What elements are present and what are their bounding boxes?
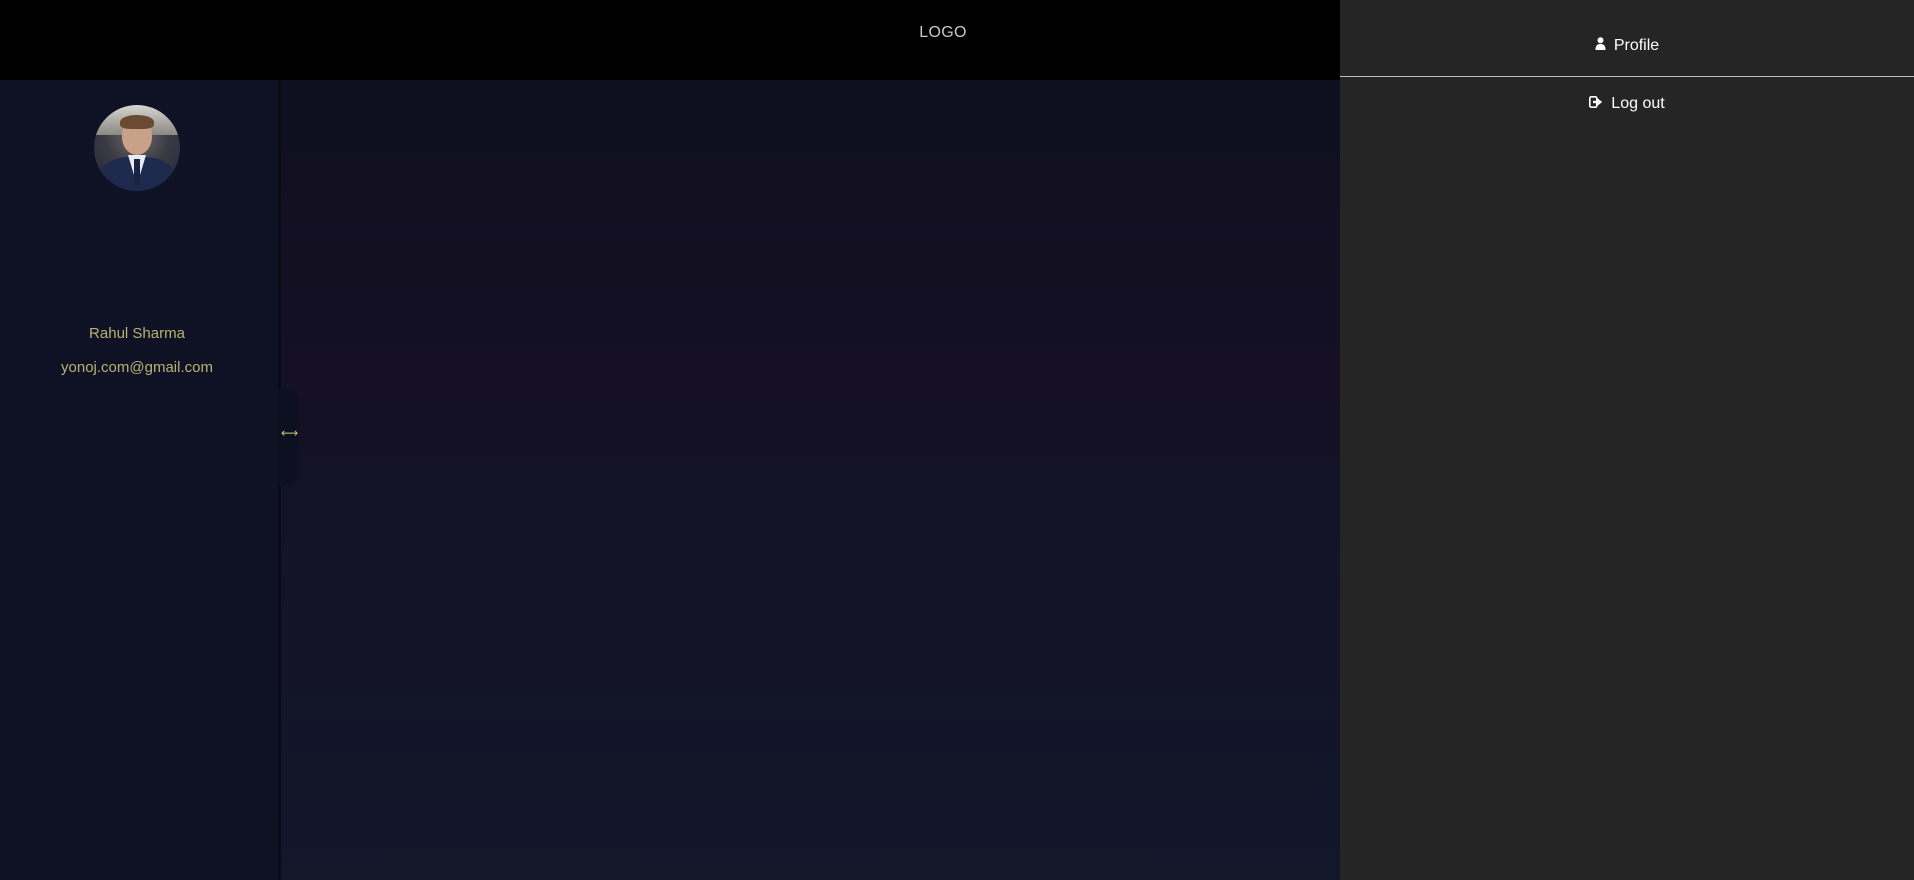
sidebar: Rahul Sharma yonoj.com@gmail.com — [0, 80, 281, 880]
user-icon — [1595, 37, 1606, 55]
avatar-tie — [134, 159, 140, 185]
app-root: LOGO Rahul Sharma yonoj.com@gmail.com ⟷ … — [0, 0, 1914, 880]
menu-item-logout-label: Log out — [1611, 95, 1665, 112]
avatar[interactable] — [94, 105, 180, 191]
menu-item-profile-label: Profile — [1613, 37, 1660, 54]
menu-item-profile[interactable]: Profile — [1340, 37, 1914, 55]
logout-icon — [1589, 95, 1603, 113]
user-menu-panel: Profile Log out — [1340, 0, 1914, 880]
avatar-hair — [120, 115, 154, 129]
horizontal-resize-arrow-icon: ⟷ — [281, 426, 299, 440]
user-email: yonoj.com@gmail.com — [61, 359, 213, 376]
menu-divider — [1340, 76, 1914, 77]
sidebar-resize-handle[interactable]: ⟷ — [279, 388, 299, 486]
user-name: Rahul Sharma — [89, 325, 185, 342]
menu-item-logout[interactable]: Log out — [1340, 95, 1914, 113]
